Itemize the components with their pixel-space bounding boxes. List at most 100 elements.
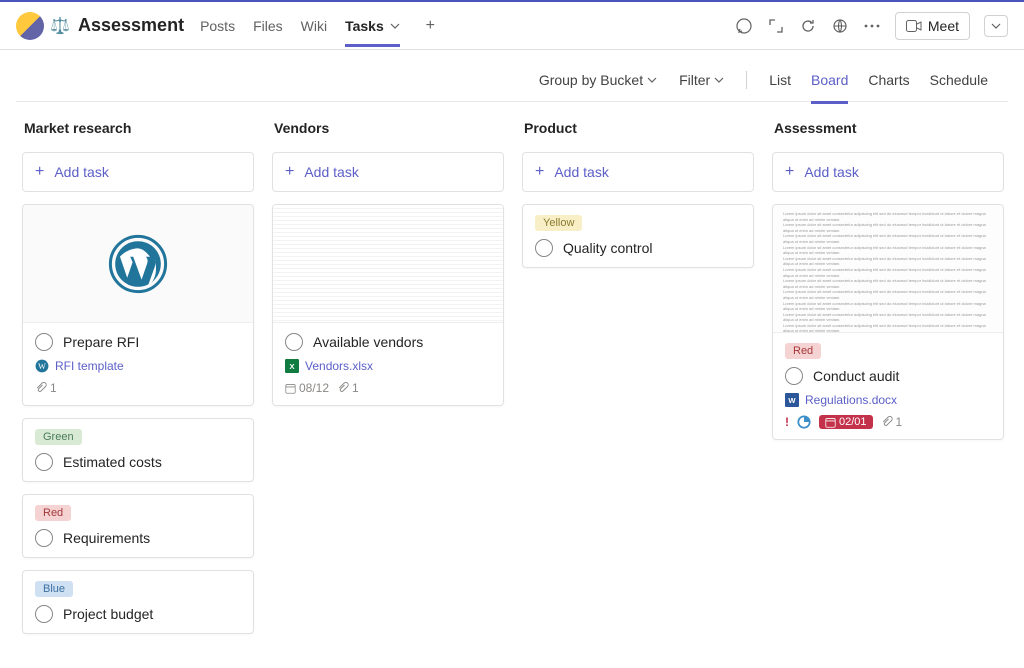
- attachment-count: 1: [881, 415, 903, 429]
- column-market-research: Market research +Add task Prepare RFI W RFI …: [22, 118, 254, 634]
- attachment-name: Regulations.docx: [805, 393, 897, 407]
- add-task-button[interactable]: + Add task: [772, 152, 1004, 192]
- task-card[interactable]: Blue Project budget: [22, 570, 254, 634]
- divider: [746, 71, 747, 89]
- attachment-row[interactable]: X Vendors.xlsx: [285, 359, 491, 373]
- add-task-button[interactable]: +Add task: [22, 152, 254, 192]
- card-preview: Lorem ipsum dolor sit amet consectetur a…: [773, 205, 1003, 333]
- group-by-dropdown[interactable]: Group by Bucket: [539, 72, 657, 88]
- add-task-label: Add task: [804, 164, 858, 180]
- group-by-label: Group by Bucket: [539, 72, 643, 88]
- add-task-button[interactable]: + Add task: [272, 152, 504, 192]
- complete-checkbox[interactable]: [285, 333, 303, 351]
- category-label: Green: [35, 429, 82, 445]
- task-title: Available vendors: [313, 334, 423, 350]
- board-toolbar: Group by Bucket Filter List Board Charts…: [16, 58, 1008, 102]
- channel-name: Assessment: [78, 15, 184, 36]
- svg-text:W: W: [38, 362, 46, 371]
- category-label: Yellow: [535, 215, 582, 231]
- plus-icon: +: [785, 163, 794, 181]
- task-title: Estimated costs: [63, 454, 162, 470]
- column-vendors: Vendors + Add task Available vendors X Vendor…: [272, 118, 504, 634]
- chat-icon[interactable]: [735, 17, 753, 35]
- attachment-name: Vendors.xlsx: [305, 359, 373, 373]
- category-label: Red: [785, 343, 821, 359]
- filter-dropdown[interactable]: Filter: [679, 72, 724, 88]
- add-tab-button[interactable]: +: [422, 13, 439, 39]
- task-card[interactable]: Red Requirements: [22, 494, 254, 558]
- due-date-badge: 02/01: [819, 415, 873, 429]
- tab-tasks[interactable]: Tasks: [345, 6, 400, 46]
- complete-checkbox[interactable]: [35, 453, 53, 471]
- meet-label: Meet: [928, 18, 959, 34]
- priority-icon: !: [785, 415, 789, 429]
- meet-button[interactable]: Meet: [895, 12, 970, 40]
- view-board[interactable]: Board: [811, 62, 848, 98]
- add-task-button[interactable]: + Add task: [522, 152, 754, 192]
- complete-checkbox[interactable]: [35, 333, 53, 351]
- task-card[interactable]: Green Estimated costs: [22, 418, 254, 482]
- attachment-row[interactable]: W RFI template: [35, 359, 241, 373]
- column-title: Market research: [22, 118, 254, 140]
- svg-text:X: X: [289, 362, 294, 371]
- chevron-down-icon: [647, 75, 657, 85]
- task-title: Conduct audit: [813, 368, 899, 384]
- view-list[interactable]: List: [769, 62, 791, 98]
- scales-icon: ⚖️: [50, 16, 70, 36]
- team-avatar: [16, 12, 44, 40]
- category-label: Red: [35, 505, 71, 521]
- column-assessment: Assessment + Add task Lorem ipsum dolor sit…: [772, 118, 1004, 634]
- column-title: Assessment: [772, 118, 1004, 140]
- chevron-down-icon: [714, 75, 724, 85]
- complete-checkbox[interactable]: [785, 367, 803, 385]
- complete-checkbox[interactable]: [35, 529, 53, 547]
- chevron-down-icon[interactable]: [390, 21, 400, 31]
- card-preview: [23, 205, 253, 323]
- add-task-label: Add task: [554, 164, 608, 180]
- task-card[interactable]: Lorem ipsum dolor sit amet consectetur a…: [772, 204, 1004, 440]
- kanban-board: Market research + Add task Prepare RFI W RFI …: [0, 102, 1024, 650]
- progress-icon: [797, 415, 811, 429]
- plus-icon: +: [35, 163, 44, 181]
- column-title: Vendors: [272, 118, 504, 140]
- add-task-label: Add task: [304, 164, 358, 180]
- video-icon: [906, 20, 922, 32]
- app-header: ⚖️ Assessment Posts Files Wiki Tasks +: [0, 2, 1024, 50]
- due-date: 08/12: [285, 381, 329, 395]
- complete-checkbox[interactable]: [35, 605, 53, 623]
- task-title: Requirements: [63, 530, 150, 546]
- attachment-row[interactable]: W Regulations.docx: [785, 393, 991, 407]
- filter-label: Filter: [679, 72, 710, 88]
- card-footer: ! 02/01 1: [785, 415, 991, 429]
- expand-icon[interactable]: [767, 17, 785, 35]
- refresh-icon[interactable]: [799, 17, 817, 35]
- task-title: Project budget: [63, 606, 153, 622]
- attachment-name: RFI template: [55, 359, 124, 373]
- tabs: Posts Files Wiki Tasks +: [200, 6, 439, 46]
- tab-wiki[interactable]: Wiki: [301, 6, 327, 46]
- task-card[interactable]: Prepare RFI W RFI template 1: [22, 204, 254, 406]
- attachment-count: 1: [337, 381, 359, 395]
- card-preview: [273, 205, 503, 323]
- tab-files[interactable]: Files: [253, 6, 283, 46]
- meet-dropdown[interactable]: [984, 15, 1008, 37]
- plus-icon: +: [535, 163, 544, 181]
- column-title: Product: [522, 118, 754, 140]
- card-footer: 08/12 1: [285, 381, 491, 395]
- more-icon[interactable]: [863, 17, 881, 35]
- category-label: Blue: [35, 581, 73, 597]
- tab-posts[interactable]: Posts: [200, 6, 235, 46]
- task-card[interactable]: Available vendors X Vendors.xlsx 08/12 1: [272, 204, 504, 406]
- card-footer: 1: [35, 381, 241, 395]
- tab-tasks-label: Tasks: [345, 18, 384, 34]
- complete-checkbox[interactable]: [535, 239, 553, 257]
- plus-icon: +: [285, 163, 294, 181]
- globe-icon[interactable]: [831, 17, 849, 35]
- svg-text:W: W: [788, 396, 796, 405]
- attachment-count: 1: [35, 381, 57, 395]
- view-schedule[interactable]: Schedule: [930, 62, 988, 98]
- task-card[interactable]: Yellow Quality control: [522, 204, 754, 268]
- task-title: Quality control: [563, 240, 652, 256]
- view-charts[interactable]: Charts: [868, 62, 909, 98]
- task-title: Prepare RFI: [63, 334, 139, 350]
